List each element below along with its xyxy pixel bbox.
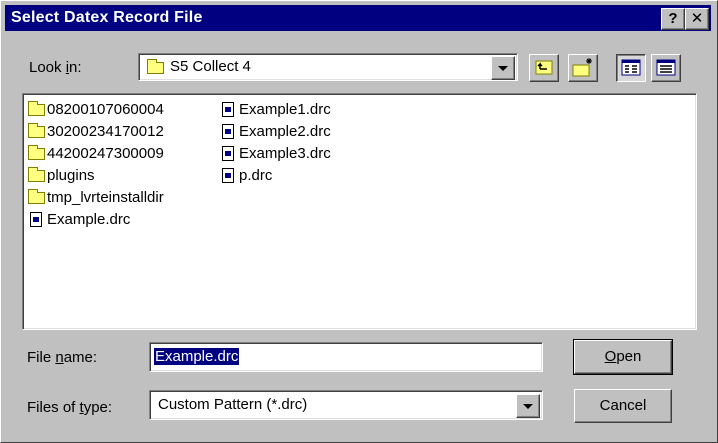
list-item-folder[interactable]: 30200234170012 [27, 121, 164, 143]
file-list[interactable]: 08200107060004 30200234170012 4420024730… [22, 93, 697, 330]
new-folder-button[interactable] [568, 54, 598, 82]
list-item-file[interactable]: p.drc [219, 165, 331, 187]
list-view-icon [621, 59, 641, 76]
file-type-value: Custom Pattern (*.drc) [158, 396, 308, 413]
up-one-level-button[interactable] [529, 54, 559, 82]
up-one-level-icon [535, 60, 553, 75]
look-in-value: S5 Collect 4 [170, 58, 251, 75]
look-in-label: Look in: [29, 59, 82, 76]
list-item-file[interactable]: Example.drc [27, 209, 164, 231]
folder-icon [28, 145, 45, 160]
look-in-dropdown[interactable]: S5 Collect 4 [138, 53, 518, 81]
file-name-input[interactable]: Example.drc [149, 342, 543, 372]
title-bar[interactable]: Select Datex Record File ? ✕ [5, 5, 711, 31]
list-item-file[interactable]: Example2.drc [219, 121, 331, 143]
list-item-folder[interactable]: tmp_lvrteinstalldir [27, 187, 164, 209]
details-view-icon [656, 59, 676, 76]
folder-icon [28, 167, 45, 182]
file-type-dropdown[interactable]: Custom Pattern (*.drc) [149, 390, 543, 420]
file-name-label: File name: [27, 349, 98, 366]
cancel-button[interactable]: Cancel [574, 389, 672, 423]
open-folder-icon [147, 59, 164, 74]
list-item-folder[interactable]: 08200107060004 [27, 99, 164, 121]
list-item-file[interactable]: Example3.drc [219, 143, 331, 165]
file-dialog: Select Datex Record File ? ✕ Look in: S5… [0, 0, 718, 443]
list-item-file[interactable]: Example1.drc [219, 99, 331, 121]
list-item-folder[interactable]: 44200247300009 [27, 143, 164, 165]
details-view-button[interactable] [651, 54, 681, 82]
chevron-down-icon[interactable] [491, 56, 515, 80]
folder-icon [28, 101, 45, 116]
window-title: Select Datex Record File [11, 9, 203, 26]
chevron-down-icon[interactable] [516, 394, 540, 418]
drc-file-icon [222, 168, 234, 183]
file-type-label: Files of type: [27, 399, 113, 416]
drc-file-icon [222, 146, 234, 161]
drc-file-icon [222, 124, 234, 139]
drc-file-icon [30, 212, 42, 227]
list-view-button[interactable] [616, 54, 646, 82]
open-button[interactable]: Open [573, 339, 673, 375]
drc-file-icon [222, 102, 234, 117]
help-button[interactable]: ? [661, 8, 685, 30]
list-item-folder[interactable]: plugins [27, 165, 164, 187]
folder-icon [28, 189, 45, 204]
new-folder-icon [572, 58, 592, 77]
file-name-value: Example.drc [154, 348, 240, 365]
folder-icon [28, 123, 45, 138]
close-button[interactable]: ✕ [685, 8, 709, 30]
